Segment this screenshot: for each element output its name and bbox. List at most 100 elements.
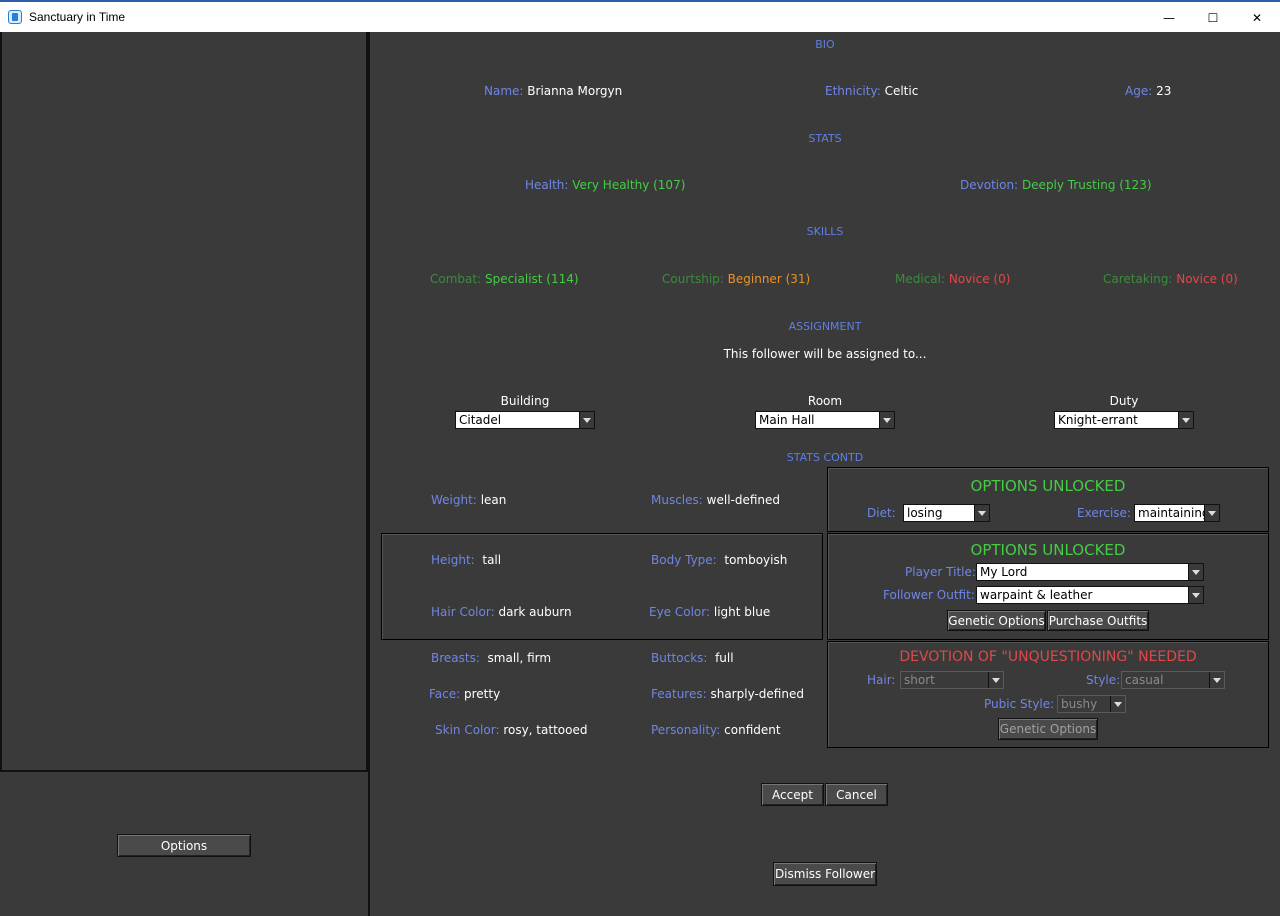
bodytype-label: Body Type:: [651, 553, 717, 567]
purchase-outfits-button[interactable]: Purchase Outfits: [1047, 610, 1149, 631]
close-icon[interactable]: ✕: [1234, 4, 1280, 32]
combat-label: Combat:: [430, 272, 482, 286]
hair-value: short: [904, 673, 935, 687]
outfit-select[interactable]: warpaint & leather: [976, 586, 1204, 604]
title-outfit-panel: OPTIONS UNLOCKED Player Title: My Lord F…: [827, 533, 1269, 640]
genetic-options-button[interactable]: Genetic Options: [947, 610, 1046, 631]
attr-haircolor: Hair Color: dark auburn: [431, 605, 572, 619]
skills-header: SKILLS: [806, 225, 844, 238]
diet-label: Diet:: [867, 506, 896, 520]
options-button[interactable]: Options: [117, 834, 251, 857]
panel2-header: OPTIONS UNLOCKED: [970, 541, 1126, 559]
height-label: Height:: [431, 553, 475, 567]
player-title-select[interactable]: My Lord: [976, 563, 1204, 581]
attr-face: Face: pretty: [429, 687, 500, 701]
attr-features: Features: sharply-defined: [651, 687, 804, 701]
chevron-down-icon[interactable]: [974, 505, 989, 521]
health-label: Health:: [525, 178, 569, 192]
exercise-label: Exercise:: [1077, 506, 1131, 520]
caretaking-label: Caretaking:: [1103, 272, 1173, 286]
buttocks-value: full: [715, 651, 734, 665]
attr-personality: Personality: confident: [651, 723, 781, 737]
chevron-down-icon[interactable]: [1188, 587, 1203, 603]
bodytype-value: tomboyish: [724, 553, 788, 567]
stats-contd-header: STATS CONTD: [786, 451, 864, 464]
age-label: Age:: [1125, 84, 1153, 98]
muscles-label: Muscles:: [651, 493, 703, 507]
muscles-value: well-defined: [706, 493, 781, 507]
chevron-down-icon[interactable]: [1110, 696, 1125, 712]
diet-exercise-panel: OPTIONS UNLOCKED Diet: losing Exercise: …: [827, 467, 1269, 532]
face-label: Face:: [429, 687, 461, 701]
window-title: Sanctuary in Time: [29, 10, 126, 24]
ethnicity-value: Celtic: [884, 84, 919, 98]
chevron-down-icon[interactable]: [1209, 672, 1224, 688]
appearance-box: [381, 533, 823, 640]
building-select[interactable]: Citadel: [455, 411, 595, 429]
features-value: sharply-defined: [710, 687, 804, 701]
chevron-down-icon[interactable]: [1188, 564, 1203, 580]
maximize-icon[interactable]: ☐: [1190, 4, 1236, 32]
attr-skincolor: Skin Color: rosy, tattooed: [435, 723, 587, 737]
hair-select[interactable]: short: [900, 671, 1004, 689]
building-value: Citadel: [459, 413, 502, 427]
style-label: Style:: [1086, 673, 1121, 687]
locked-genetic-options-button[interactable]: Genetic Options: [998, 718, 1098, 740]
exercise-select[interactable]: maintaining: [1134, 504, 1220, 522]
ethnicity-label: Ethnicity:: [825, 84, 881, 98]
breasts-label: Breasts:: [431, 651, 480, 665]
haircolor-label: Hair Color:: [431, 605, 495, 619]
app-icon: [8, 10, 22, 24]
assignment-intro: This follower will be assigned to...: [723, 347, 927, 361]
courtship-label: Courtship:: [662, 272, 724, 286]
weight-label: Weight:: [431, 493, 477, 507]
minimize-icon[interactable]: —: [1146, 4, 1192, 32]
chevron-down-icon[interactable]: [579, 412, 594, 428]
panel3-header: DEVOTION OF "UNQUESTIONING" NEEDED: [899, 649, 1197, 665]
pubic-label: Pubic Style:: [984, 697, 1055, 711]
title-bar: Sanctuary in Time — ☐ ✕: [0, 0, 1280, 32]
bio-header: BIO: [815, 38, 835, 51]
name-value: Brianna Morgyn: [527, 84, 623, 98]
eyecolor-value: light blue: [713, 605, 771, 619]
chevron-down-icon[interactable]: [988, 672, 1003, 688]
chevron-down-icon[interactable]: [879, 412, 894, 428]
building-label: Building: [500, 394, 550, 408]
bio-ethnicity: Ethnicity: Celtic: [825, 84, 918, 98]
attr-breasts: Breasts: small, firm: [431, 651, 551, 665]
chevron-down-icon[interactable]: [1204, 505, 1219, 521]
room-select[interactable]: Main Hall: [755, 411, 895, 429]
room-label: Room: [807, 394, 843, 408]
attr-height: Height: tall: [431, 553, 501, 567]
outfit-label: Follower Outfit:: [883, 588, 975, 602]
stat-devotion: Devotion: Deeply Trusting (123): [960, 178, 1152, 192]
caretaking-value: Novice (0): [1176, 272, 1238, 286]
left-panel-frame: [0, 32, 368, 772]
features-label: Features:: [651, 687, 707, 701]
haircolor-value: dark auburn: [498, 605, 572, 619]
outfit-value: warpaint & leather: [980, 588, 1093, 602]
courtship-value: Beginner (31): [727, 272, 811, 286]
diet-select[interactable]: losing: [903, 504, 990, 522]
combat-value: Specialist (114): [484, 272, 579, 286]
duty-label: Duty: [1109, 394, 1139, 408]
player-title-label: Player Title:: [905, 565, 976, 579]
name-label: Name:: [484, 84, 524, 98]
age-value: 23: [1156, 84, 1172, 98]
cancel-button[interactable]: Cancel: [825, 783, 888, 806]
chevron-down-icon[interactable]: [1178, 412, 1193, 428]
attr-eyecolor: Eye Color: light blue: [649, 605, 770, 619]
dismiss-follower-button[interactable]: Dismiss Follower: [773, 862, 877, 886]
pubic-select[interactable]: bushy: [1057, 695, 1126, 713]
duty-select[interactable]: Knight-errant: [1054, 411, 1194, 429]
attr-buttocks: Buttocks: full: [651, 651, 734, 665]
locked-options-panel: DEVOTION OF "UNQUESTIONING" NEEDED Hair:…: [827, 641, 1269, 748]
accept-button[interactable]: Accept: [761, 783, 824, 806]
attr-muscles: Muscles: well-defined: [651, 493, 780, 507]
devotion-value: Deeply Trusting (123): [1021, 178, 1152, 192]
left-panel: Options: [0, 32, 370, 916]
stat-health: Health: Very Healthy (107): [525, 178, 685, 192]
skincolor-label: Skin Color:: [435, 723, 500, 737]
style-select[interactable]: casual: [1121, 671, 1225, 689]
duty-value: Knight-errant: [1058, 413, 1138, 427]
